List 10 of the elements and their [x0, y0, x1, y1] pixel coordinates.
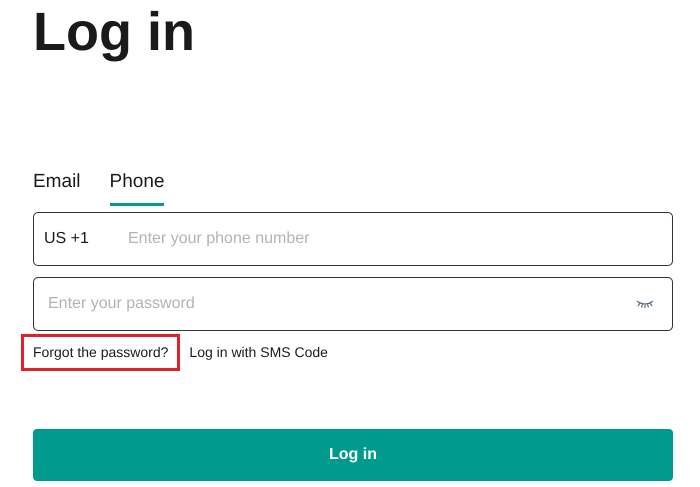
password-field[interactable]: Enter your password	[33, 276, 673, 330]
closed-eye-icon[interactable]	[636, 300, 654, 308]
text-link[interactable]: Forgot the password?	[21, 334, 180, 370]
country-code[interactable]: US +1	[44, 226, 128, 250]
password-input[interactable]: Enter your password	[48, 292, 636, 316]
phone-number-input[interactable]: Enter your phone number	[128, 226, 662, 250]
tab[interactable]: Email	[33, 168, 81, 206]
page-title: Log in	[33, 5, 195, 59]
tab[interactable]: Phone	[110, 168, 164, 206]
phone-field[interactable]: US +1 Enter your phone number	[33, 212, 673, 266]
